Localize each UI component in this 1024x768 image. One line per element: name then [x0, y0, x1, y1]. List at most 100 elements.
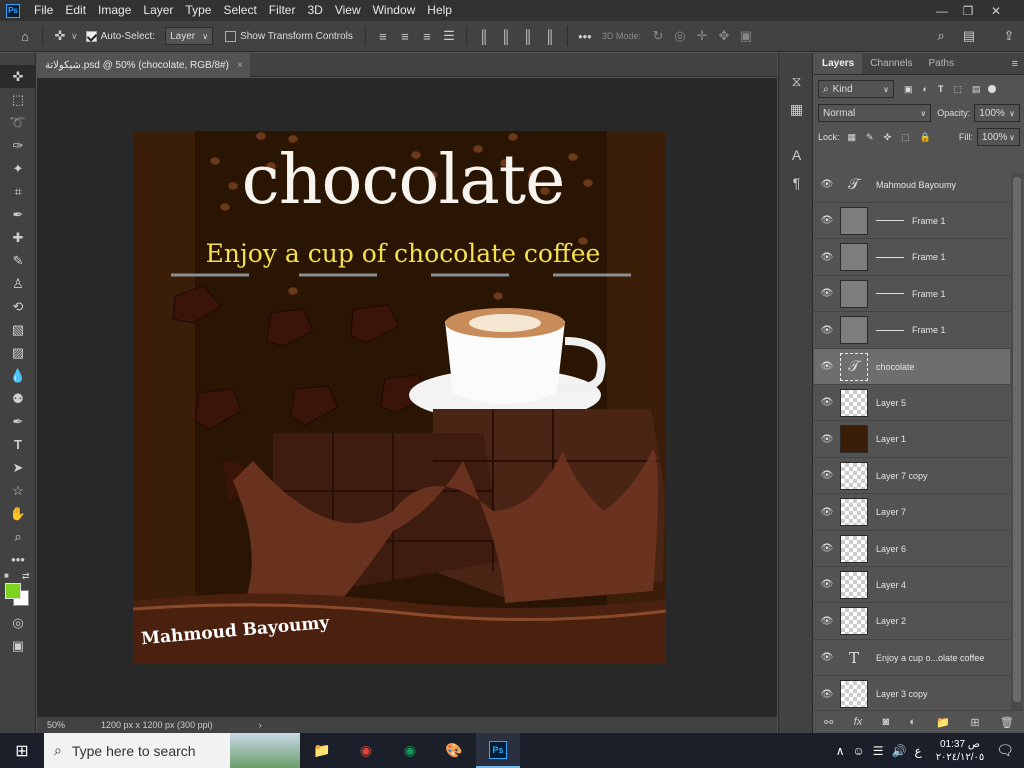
link-layers-icon[interactable]: ⚯	[824, 716, 833, 729]
visibility-eye-icon[interactable]: 👁	[814, 579, 840, 590]
foreground-color-swatch[interactable]	[5, 583, 21, 599]
layer-row-layer-6[interactable]: 👁 Layer 6	[814, 531, 1010, 567]
visibility-eye-icon[interactable]: 👁	[814, 361, 840, 372]
zoom-level[interactable]: 50%	[47, 720, 97, 730]
libraries-panel-icon[interactable]: ▦	[779, 95, 814, 123]
tab-layers[interactable]: Layers	[814, 52, 863, 74]
move-tool-preset-icon[interactable]: ✜	[49, 25, 71, 47]
filter-pixel-icon[interactable]: ▣	[904, 84, 913, 95]
opacity-field[interactable]: 100% ∨	[974, 104, 1020, 122]
tab-paths[interactable]: Paths	[921, 52, 963, 74]
delete-layer-icon[interactable]: 🗑	[1000, 716, 1014, 729]
status-arrow-icon[interactable]: ›	[259, 720, 262, 730]
blend-mode-dropdown[interactable]: Normal ∨	[818, 104, 932, 122]
lock-artboard-icon[interactable]: ⬚	[901, 132, 910, 143]
visibility-eye-icon[interactable]: 👁	[814, 689, 840, 700]
visibility-eye-icon[interactable]: 👁	[814, 543, 840, 554]
add-mask-icon[interactable]: ◙	[882, 716, 889, 728]
history-brush-tool-icon[interactable]: ⟲	[0, 295, 36, 318]
layers-scrollbar-thumb[interactable]	[1013, 177, 1021, 702]
layer-row-frame-1[interactable]: 👁 Frame 1	[814, 276, 1010, 313]
layer-row-layer-7-copy[interactable]: 👁 Layer 7 copy	[814, 458, 1010, 495]
visibility-eye-icon[interactable]: 👁	[814, 179, 840, 190]
close-tab-icon[interactable]: ×	[237, 60, 243, 71]
network-icon[interactable]: ☰	[873, 744, 884, 758]
edit-toolbar-icon[interactable]: •••	[0, 548, 36, 571]
layer-row-layer-2[interactable]: 👁 Layer 2	[814, 604, 1010, 640]
layers-scrollbar[interactable]	[1011, 173, 1023, 710]
auto-select-checkbox[interactable]	[85, 30, 97, 42]
tagline-text[interactable]: Enjoy a cup of chocolate coffee	[193, 239, 613, 268]
type-tool-icon[interactable]: T	[0, 433, 36, 456]
character-panel-icon[interactable]: A	[779, 141, 814, 169]
more-options-icon[interactable]: •••	[574, 25, 596, 47]
layer-row-layer-3-copy[interactable]: 👁 Layer 3 copy	[814, 677, 1010, 710]
layer-row-layer-4[interactable]: 👁 Layer 4	[814, 567, 1010, 604]
chevron-up-icon[interactable]: ∧	[836, 744, 845, 758]
visibility-eye-icon[interactable]: 👁	[814, 470, 840, 481]
quick-select-tool-icon[interactable]: ✑	[0, 134, 36, 157]
headline-text[interactable]: chocolate	[233, 141, 573, 220]
align-center-icon[interactable]: ≡	[394, 25, 416, 47]
menu-window[interactable]: Window	[367, 0, 422, 21]
layer-row-mahmoud-bayoumy[interactable]: 👁 𝒯 Mahmoud Bayoumy	[814, 167, 1010, 203]
photoshop-taskbar-icon[interactable]: Ps	[476, 733, 520, 768]
menu-layer[interactable]: Layer	[137, 0, 179, 21]
artboard[interactable]: chocolate Enjoy a cup of chocolate coffe…	[133, 131, 666, 664]
3d-pan-icon[interactable]: ✛	[691, 25, 713, 47]
lock-image-icon[interactable]: ✎	[866, 132, 874, 143]
visibility-eye-icon[interactable]: 👁	[814, 507, 840, 518]
clone-stamp-tool-icon[interactable]: ♙	[0, 272, 36, 295]
paragraph-panel-icon[interactable]: ¶	[779, 169, 814, 197]
distribute-vertical-icon[interactable]: ║	[539, 25, 561, 47]
home-icon[interactable]: ⌂	[14, 25, 36, 47]
3d-orbit-icon[interactable]: ↻	[647, 25, 669, 47]
volume-icon[interactable]: 🔊	[892, 744, 907, 758]
healing-brush-tool-icon[interactable]: ✚	[0, 226, 36, 249]
shape-tool-icon[interactable]: ☆	[0, 479, 36, 502]
photoshop-logo[interactable]: Ps	[6, 3, 20, 18]
3d-scale-icon[interactable]: ▣	[735, 25, 757, 47]
align-right-icon[interactable]: ≡	[416, 25, 438, 47]
layer-row-tagline-text[interactable]: 👁 T Enjoy a cup o...olate coffee	[814, 640, 1010, 677]
layer-row-frame-1[interactable]: 👁 Frame 1	[814, 240, 1010, 276]
layer-row-layer-5[interactable]: 👁 Layer 5	[814, 385, 1010, 422]
search-icon[interactable]: ⌕	[930, 25, 952, 47]
fx-icon[interactable]: fx	[854, 716, 863, 728]
chrome-icon[interactable]: ◉	[388, 733, 432, 768]
menu-image[interactable]: Image	[92, 0, 137, 21]
lock-transparent-icon[interactable]: ▦	[848, 132, 857, 143]
close-icon[interactable]: ✕	[982, 0, 1010, 21]
visibility-eye-icon[interactable]: 👁	[814, 325, 840, 336]
menu-3d[interactable]: 3D	[301, 0, 328, 21]
menu-help[interactable]: Help	[421, 0, 458, 21]
dodge-tool-icon[interactable]: ⚉	[0, 387, 36, 410]
visibility-eye-icon[interactable]: 👁	[814, 288, 840, 299]
filter-kind-dropdown[interactable]: ⌕ Kind ∨	[818, 80, 894, 98]
taskbar-search-box[interactable]: ⌕ Type here to search	[44, 733, 300, 768]
share-icon[interactable]: ⇪	[998, 25, 1020, 47]
blur-tool-icon[interactable]: 💧	[0, 364, 36, 387]
filter-toggle-icon[interactable]	[988, 85, 997, 93]
filter-smart-object-icon[interactable]: ▤	[972, 84, 981, 95]
filter-adjustment-icon[interactable]: ◐	[923, 84, 928, 94]
fill-field[interactable]: 100% ∨	[976, 128, 1020, 146]
align-bottom-icon[interactable]: ║	[517, 25, 539, 47]
visibility-eye-icon[interactable]: 👁	[814, 215, 840, 226]
crop-tool-icon[interactable]: ⌗	[0, 180, 36, 203]
align-left-icon[interactable]: ≡	[372, 25, 394, 47]
align-middle-icon[interactable]: ║	[495, 25, 517, 47]
lock-all-icon[interactable]: 🔒	[920, 132, 931, 143]
quick-mask-icon[interactable]: ◎	[0, 611, 36, 634]
filter-type-icon[interactable]: T	[938, 84, 944, 94]
gradient-tool-icon[interactable]: ▨	[0, 341, 36, 364]
auto-select-dropdown[interactable]: Layer ∨	[165, 27, 214, 45]
zoom-tool-icon[interactable]: ⌕	[0, 525, 36, 548]
lasso-tool-icon[interactable]: ➰	[0, 111, 36, 134]
menu-select[interactable]: Select	[217, 0, 262, 21]
3d-roll-icon[interactable]: ◎	[669, 25, 691, 47]
show-transform-checkbox[interactable]	[225, 30, 237, 42]
minimize-icon[interactable]: —	[928, 0, 956, 21]
chrome-profile-icon[interactable]: ◉	[344, 733, 388, 768]
default-colors-icon[interactable]: ■	[4, 571, 9, 580]
